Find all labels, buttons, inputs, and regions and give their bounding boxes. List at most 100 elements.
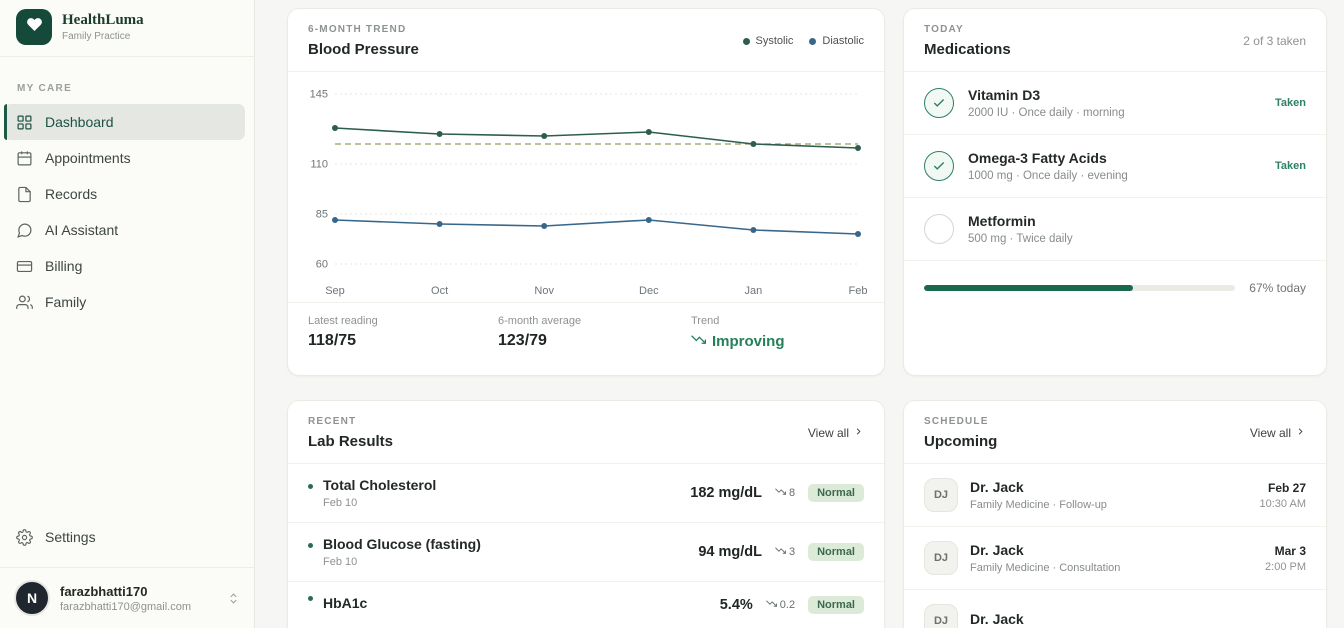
- sidebar-item-family[interactable]: Family: [4, 284, 245, 320]
- sidebar-item-label: AI Assistant: [45, 222, 118, 238]
- lab-delta: 0.2: [766, 598, 795, 612]
- credit-card-icon: [16, 258, 33, 275]
- bullet-dot-icon: [308, 484, 313, 489]
- user-menu[interactable]: N farazbhatti170 farazbhatti170@gmail.co…: [0, 567, 254, 628]
- chevron-right-icon: [853, 426, 864, 440]
- check-circle-icon[interactable]: [924, 151, 954, 181]
- status-badge: Normal: [808, 484, 864, 502]
- svg-text:Feb: Feb: [849, 285, 868, 297]
- medication-details: 2000 IU · Once daily · morning: [968, 107, 1261, 119]
- appointment-details: Family Medicine · Follow-up: [970, 499, 1248, 511]
- appointment-row[interactable]: DJ Dr. Jack: [904, 590, 1326, 628]
- taken-badge: Taken: [1275, 160, 1306, 172]
- sidebar-item-label: Dashboard: [45, 114, 114, 130]
- view-all-label: View all: [1250, 426, 1291, 440]
- sidebar-item-appointments[interactable]: Appointments: [4, 140, 245, 176]
- medication-name: Metformin: [968, 213, 1306, 229]
- doctor-avatar: DJ: [924, 478, 958, 512]
- labs-title: Lab Results: [308, 433, 393, 450]
- blood-pressure-card: 6-MONTH TREND Blood Pressure Systolic Di…: [287, 8, 885, 376]
- svg-text:110: 110: [310, 159, 328, 171]
- lab-delta-value: 3: [789, 546, 795, 558]
- brand-name: HealthLuma: [62, 12, 144, 29]
- sidebar-item-billing[interactable]: Billing: [4, 248, 245, 284]
- upcoming-schedule-card: SCHEDULE Upcoming View all DJ Dr. Jack F…: [903, 400, 1327, 628]
- diastolic-dot-icon: [809, 38, 816, 45]
- lab-name: HbA1c: [323, 595, 720, 611]
- medication-row[interactable]: Omega-3 Fatty Acids 1000 mg · Once daily…: [904, 135, 1326, 198]
- medication-row[interactable]: Metformin 500 mg · Twice daily: [904, 198, 1326, 261]
- medication-row[interactable]: Vitamin D3 2000 IU · Once daily · mornin…: [904, 72, 1326, 135]
- lab-results-card: RECENT Lab Results View all Total Choles…: [287, 400, 885, 628]
- medications-title: Medications: [924, 41, 1011, 58]
- lab-name: Total Cholesterol: [323, 477, 690, 493]
- schedule-view-all-link[interactable]: View all: [1250, 426, 1306, 440]
- medication-name: Omega-3 Fatty Acids: [968, 150, 1261, 166]
- taken-badge: Taken: [1275, 97, 1306, 109]
- svg-text:Sep: Sep: [325, 285, 345, 297]
- lab-value: 94 mg/dL: [698, 544, 762, 560]
- systolic-dot-icon: [743, 38, 750, 45]
- sidebar-item-dashboard[interactable]: Dashboard: [4, 104, 245, 140]
- dashboard-main: 6-MONTH TREND Blood Pressure Systolic Di…: [287, 8, 1327, 628]
- lab-value: 5.4%: [720, 597, 753, 613]
- lab-result-row[interactable]: Blood Glucose (fasting) Feb 10 94 mg/dL …: [288, 523, 884, 582]
- lab-name: Blood Glucose (fasting): [323, 536, 698, 552]
- heart-icon: [26, 16, 43, 38]
- medication-progress: 67% today: [904, 261, 1326, 295]
- svg-text:85: 85: [316, 209, 328, 221]
- lab-result-row[interactable]: HbA1c 5.4% 0.2 Normal: [288, 582, 884, 628]
- appointment-time: 2:00 PM: [1265, 561, 1306, 573]
- empty-circle-icon[interactable]: [924, 214, 954, 244]
- brand-logo: [16, 9, 52, 45]
- sidebar-item-records[interactable]: Records: [4, 176, 245, 212]
- lab-delta: 8: [775, 486, 795, 500]
- brand-subtitle: Family Practice: [62, 31, 144, 42]
- medication-name: Vitamin D3: [968, 87, 1261, 103]
- stat-label: Latest reading: [308, 315, 498, 327]
- appointment-details: Family Medicine · Consultation: [970, 562, 1253, 574]
- document-icon: [16, 186, 33, 203]
- stat-label: Trend: [691, 315, 785, 327]
- trending-down-icon: [691, 332, 706, 351]
- labs-view-all-link[interactable]: View all: [808, 426, 864, 440]
- lab-date: Feb 10: [323, 497, 690, 509]
- appointment-row[interactable]: DJ Dr. Jack Family Medicine · Follow-up …: [904, 464, 1326, 527]
- view-all-label: View all: [808, 426, 849, 440]
- chevron-right-icon: [1295, 426, 1306, 440]
- sidebar-nav: Dashboard Appointments Records AI Assist…: [0, 104, 254, 320]
- svg-text:Jan: Jan: [745, 285, 763, 297]
- avatar: N: [14, 580, 50, 616]
- progress-fill: [924, 285, 1133, 291]
- check-circle-icon[interactable]: [924, 88, 954, 118]
- lab-value: 182 mg/dL: [690, 485, 762, 501]
- dashboard-grid-icon: [16, 114, 33, 131]
- lab-delta: 3: [775, 545, 795, 559]
- medication-details: 1000 mg · Once daily · evening: [968, 170, 1261, 182]
- lab-result-row[interactable]: Total Cholesterol Feb 10 182 mg/dL 8 Nor…: [288, 464, 884, 523]
- appointment-row[interactable]: DJ Dr. Jack Family Medicine · Consultati…: [904, 527, 1326, 590]
- medications-kicker: TODAY: [924, 24, 1011, 35]
- sidebar-item-label: Billing: [45, 258, 82, 274]
- sidebar-item-settings[interactable]: Settings: [4, 519, 245, 555]
- doctor-avatar: DJ: [924, 541, 958, 575]
- sidebar-item-ai-assistant[interactable]: AI Assistant: [4, 212, 245, 248]
- progress-track: [924, 285, 1235, 291]
- chart-legend: Systolic Diastolic: [743, 35, 864, 47]
- svg-text:145: 145: [310, 89, 328, 101]
- lab-delta-value: 0.2: [780, 599, 795, 611]
- users-icon: [16, 294, 33, 311]
- trend-value: Improving: [712, 333, 785, 350]
- bp-kicker: 6-MONTH TREND: [308, 24, 419, 35]
- bp-stats-row: Latest reading 118/75 6-month average 12…: [288, 302, 884, 367]
- progress-label: 67% today: [1249, 281, 1306, 295]
- brand: HealthLuma Family Practice: [0, 0, 254, 57]
- legend-label: Systolic: [756, 35, 794, 47]
- appointment-date: Mar 3: [1265, 544, 1306, 558]
- gear-icon: [16, 529, 33, 546]
- schedule-title: Upcoming: [924, 433, 997, 450]
- doctor-name: Dr. Jack: [970, 542, 1253, 558]
- legend-diastolic: Diastolic: [809, 35, 864, 47]
- medications-summary: 2 of 3 taken: [1243, 34, 1306, 48]
- legend-systolic: Systolic: [743, 35, 794, 47]
